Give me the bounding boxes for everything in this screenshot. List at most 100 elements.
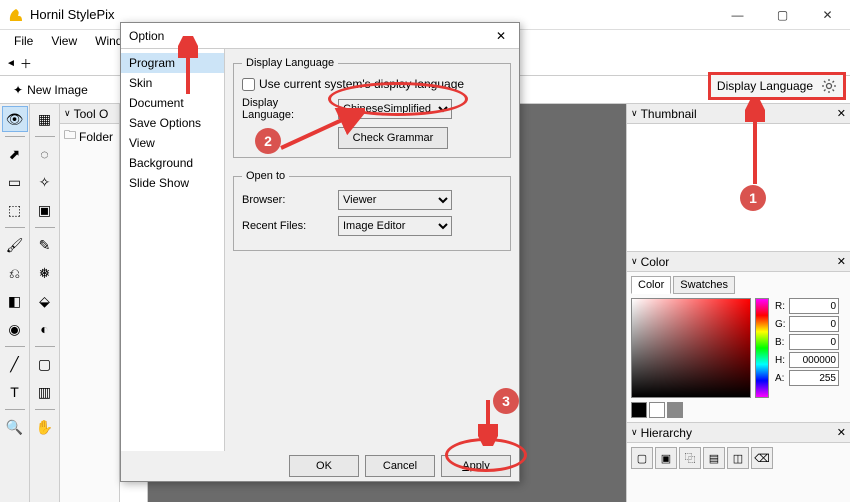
color-tab-color[interactable]: Color (631, 276, 671, 294)
annotation-badge-1: 1 (740, 185, 766, 211)
use-system-language-checkbox[interactable] (242, 78, 255, 91)
swatch-gray[interactable] (667, 402, 683, 418)
clone-tool[interactable]: ⎌ (2, 260, 28, 286)
window-close-button[interactable]: ✕ (805, 1, 850, 29)
b-input[interactable] (789, 334, 839, 350)
app-logo-icon (8, 7, 24, 23)
hex-input[interactable] (789, 352, 839, 368)
recent-files-label: Recent Files: (242, 220, 332, 232)
tool-options-header: ∨Tool O (60, 104, 119, 124)
new-image-button[interactable]: ✦ New Image (6, 80, 95, 100)
dialog-sidebar: Program Skin Document Save Options View … (121, 49, 225, 451)
brush-tool[interactable]: 🖌 (2, 232, 28, 258)
tool-column-b: ▦ ◌ ✧ ▣ ✎ ❅ ⬙ ◐ ▢ ▥ ✋ (30, 104, 60, 502)
hand-tool[interactable]: ✋ (32, 414, 58, 440)
annotation-badge-2: 2 (255, 128, 281, 154)
hierarchy-btn-5[interactable]: ◫ (727, 447, 749, 469)
hierarchy-header: ∨Hierarchy✕ (627, 423, 850, 443)
r-input[interactable] (789, 298, 839, 314)
pencil-tool[interactable]: ✎ (32, 232, 58, 258)
color-close-icon[interactable]: ✕ (837, 255, 846, 268)
new-image-label: New Image (27, 83, 88, 97)
color-header: ∨Color✕ (627, 252, 850, 272)
dialog-main: Display Language Use current system's di… (225, 49, 519, 451)
redeye-tool[interactable]: ◉ (2, 316, 28, 342)
dialog-title: Option (129, 29, 164, 43)
menu-view[interactable]: View (43, 32, 85, 50)
wand-tool[interactable]: ✧ (32, 169, 58, 195)
display-language-select[interactable]: ChineseSimplified (338, 99, 452, 119)
cancel-button[interactable]: Cancel (365, 455, 435, 477)
sidebar-item-view[interactable]: View (121, 133, 224, 153)
browser-label: Browser: (242, 194, 332, 206)
sidebar-item-program[interactable]: Program (121, 53, 224, 73)
hierarchy-btn-4[interactable]: ▤ (703, 447, 725, 469)
hue-slider[interactable] (755, 298, 769, 398)
folder-icon: 🗀 (64, 126, 76, 147)
blur-tool[interactable]: ◐ (32, 316, 58, 342)
new-image-icon: ✦ (13, 83, 23, 97)
bucket-tool[interactable]: ⬙ (32, 288, 58, 314)
hierarchy-btn-3[interactable]: ⿻ (679, 447, 701, 469)
text-tool[interactable]: T (2, 379, 28, 405)
sidebar-item-save-options[interactable]: Save Options (121, 113, 224, 133)
window-title: Hornil StylePix (30, 7, 715, 22)
dialog-close-button[interactable]: ✕ (491, 26, 511, 46)
gradient-tool[interactable]: ▥ (32, 379, 58, 405)
marquee-tool[interactable]: ▭ (2, 169, 28, 195)
hierarchy-body: ▢ ▣ ⿻ ▤ ◫ ⌫ (627, 443, 850, 473)
check-grammar-button[interactable]: Check Grammar (338, 127, 448, 149)
crop-tool[interactable]: ⬚ (2, 197, 28, 223)
option-dialog: Option ✕ Program Skin Document Save Opti… (120, 22, 520, 482)
recent-files-select[interactable]: Image Editor (338, 216, 452, 236)
folder-row[interactable]: 🗀 Folder (60, 124, 119, 149)
move-tool[interactable]: ▣ (32, 197, 58, 223)
hierarchy-btn-2[interactable]: ▣ (655, 447, 677, 469)
line-tool[interactable]: ╱ (2, 351, 28, 377)
color-gradient-picker[interactable] (631, 298, 751, 398)
thumbnail-header: ∨Thumbnail✕ (627, 104, 850, 124)
window-maximize-button[interactable]: ▢ (760, 1, 805, 29)
g-input[interactable] (789, 316, 839, 332)
plus-icon[interactable]: ＋ (20, 55, 32, 72)
hierarchy-btn-6[interactable]: ⌫ (751, 447, 773, 469)
spray-tool[interactable]: ❅ (32, 260, 58, 286)
display-language-callout[interactable]: Display Language (708, 72, 846, 100)
swatch-white[interactable] (649, 402, 665, 418)
grid-tool[interactable]: ▦ (32, 106, 58, 132)
window-minimize-button[interactable]: — (715, 1, 760, 29)
sidebar-item-document[interactable]: Document (121, 93, 224, 113)
dialog-titlebar: Option ✕ (121, 23, 519, 49)
gear-icon[interactable] (821, 78, 837, 94)
menu-file[interactable]: File (6, 32, 41, 50)
annotation-badge-3: 3 (493, 388, 519, 414)
sidebar-item-slide-show[interactable]: Slide Show (121, 173, 224, 193)
hierarchy-close-icon[interactable]: ✕ (837, 426, 846, 439)
ok-button[interactable]: OK (289, 455, 359, 477)
tool-column-a: 👁 ⬈ ▭ ⬚ 🖌 ⎌ ◧ ◉ ╱ T 🔍 (0, 104, 30, 502)
browser-select[interactable]: Viewer (338, 190, 452, 210)
sidebar-item-skin[interactable]: Skin (121, 73, 224, 93)
display-language-label: Display Language (717, 79, 813, 93)
apply-button[interactable]: Apply (441, 455, 511, 477)
pointer-tool[interactable]: ⬈ (2, 141, 28, 167)
open-to-group: Open to Browser: Viewer Recent Files: Im… (233, 170, 511, 251)
right-panels: ∨Thumbnail✕ ∨Color✕ Color Swatches R: G:… (626, 104, 850, 502)
folder-label: Folder (79, 130, 113, 144)
display-language-field-label: Display Language: (242, 97, 332, 121)
hierarchy-btn-1[interactable]: ▢ (631, 447, 653, 469)
a-input[interactable] (789, 370, 839, 386)
tool-options-panel: ∨Tool O 🗀 Folder (60, 104, 120, 502)
color-tab-swatches[interactable]: Swatches (673, 276, 735, 294)
shape-tool[interactable]: ▢ (32, 351, 58, 377)
eraser-tool[interactable]: ◧ (2, 288, 28, 314)
lasso-tool[interactable]: ◌ (32, 141, 58, 167)
thumbnail-body (627, 124, 850, 252)
back-icon[interactable]: ◄ (6, 58, 16, 69)
dialog-footer: OK Cancel Apply (121, 451, 519, 481)
swatch-black[interactable] (631, 402, 647, 418)
zoom-tool[interactable]: 🔍 (2, 414, 28, 440)
eye-tool[interactable]: 👁 (2, 106, 28, 132)
sidebar-item-background[interactable]: Background (121, 153, 224, 173)
thumbnail-close-icon[interactable]: ✕ (837, 107, 846, 120)
